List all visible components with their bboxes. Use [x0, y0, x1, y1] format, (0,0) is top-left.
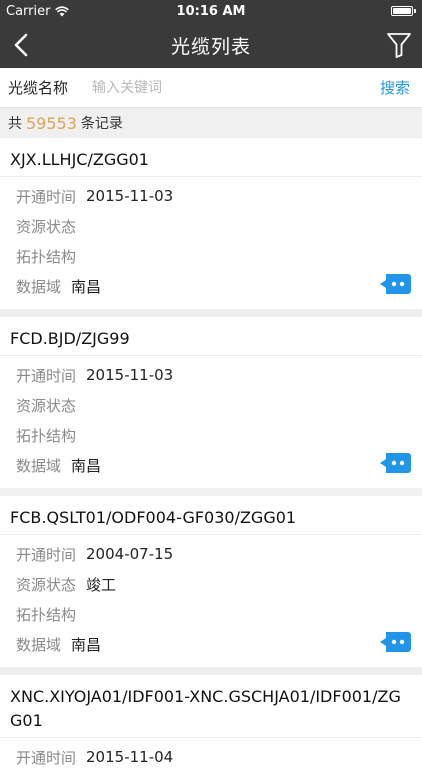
cable-card[interactable]: XJX.LLHJC/ZGG01 开通时间 2015-11-03 资源状态拓扑结构数据域… [0, 138, 422, 309]
field-label: 拓扑结构 [16, 605, 77, 624]
card-field-row: 资源状态 [10, 390, 412, 420]
card-field-row: 拓扑结构 [10, 420, 412, 450]
field-value: 2004-07-15 [86, 545, 174, 563]
card-field-row: 资源状态 竣工 [10, 569, 412, 599]
field-label: 数据域 [16, 635, 62, 654]
cable-name: FCB.QSLT01/ODF004-GF030/ZGG01 [10, 508, 297, 527]
search-button[interactable]: 搜索 [380, 77, 410, 98]
field-value: 2015-11-03 [86, 187, 174, 205]
back-arrow-icon[interactable] [8, 30, 38, 60]
record-count: 共 59553 条记录 [0, 108, 422, 138]
battery-icon [391, 6, 416, 16]
cable-card[interactable]: FCD.BJD/ZJG99 开通时间 2015-11-03 资源状态拓扑结构数据域 南昌 [0, 317, 422, 488]
card-field-row: 开通时间 2015-11-03 [10, 360, 412, 390]
search-bar: 光缆名称 搜索 [0, 68, 422, 108]
card-field-row: 拓扑结构 [10, 599, 412, 629]
card-field-row: 开通时间 2015-11-04 [10, 742, 412, 772]
carrier-label: Carrier [6, 3, 51, 19]
field-value: 2015-11-04 [86, 748, 174, 766]
field-label: 开通时间 [16, 187, 77, 206]
card-divider [0, 355, 422, 356]
field-value: 南昌 [71, 635, 102, 654]
field-label: 拓扑结构 [16, 426, 77, 445]
field-label: 资源状态 [16, 396, 77, 415]
nav-bar: 光缆列表 [0, 22, 422, 68]
field-label: 开通时间 [16, 366, 77, 385]
field-label: 资源状态 [16, 217, 77, 236]
card-field-row: 数据域 南昌 [10, 271, 412, 301]
message-bubble-icon[interactable] [380, 631, 412, 653]
card-divider [0, 534, 422, 535]
count-suffix: 条记录 [80, 116, 123, 132]
cable-name: XNC.XIYOJA01/IDF001-XNC.GSCHJA01/IDF001/… [10, 687, 401, 730]
card-field-row: 数据域 南昌 [10, 450, 412, 480]
cable-card[interactable]: XNC.XIYOJA01/IDF001-XNC.GSCHJA01/IDF001/… [0, 675, 422, 780]
wifi-icon [55, 5, 70, 16]
field-label: 开通时间 [16, 545, 77, 564]
count-prefix: 共 [8, 116, 22, 132]
card-field-row: 拓扑结构 [10, 241, 412, 271]
card-field-row: 数据域 南昌 [10, 629, 412, 659]
search-label: 光缆名称 [8, 79, 69, 97]
message-bubble-icon[interactable] [380, 273, 412, 295]
cable-name: FCD.BJD/ZJG99 [10, 329, 130, 348]
page-title: 光缆列表 [170, 35, 251, 58]
field-label: 数据域 [16, 456, 62, 475]
card-field-row: 开通时间 2004-07-15 [10, 539, 412, 569]
field-value: 2015-11-03 [86, 366, 174, 384]
cable-card[interactable]: FCB.QSLT01/ODF004-GF030/ZGG01 开通时间 2004-07… [0, 496, 422, 667]
card-divider [0, 737, 422, 738]
card-field-row: 开通时间 2015-11-03 [10, 181, 412, 211]
field-label: 拓扑结构 [16, 247, 77, 266]
status-bar: Carrier 10:16 AM [0, 0, 422, 22]
card-divider [0, 176, 422, 177]
field-label: 资源状态 [16, 575, 77, 594]
field-value: 南昌 [71, 277, 102, 296]
cable-name: XJX.LLHJC/ZGG01 [10, 150, 149, 169]
field-label: 数据域 [16, 277, 62, 296]
filter-icon[interactable] [386, 31, 412, 59]
message-bubble-icon[interactable] [380, 452, 412, 474]
field-value: 南昌 [71, 456, 102, 475]
status-left: Carrier [6, 3, 70, 19]
count-number: 59553 [26, 113, 77, 133]
cable-list: XJX.LLHJC/ZGG01 开通时间 2015-11-03 资源状态 拓扑结构 数据域… [0, 138, 422, 780]
card-field-row: 资源状态 [10, 211, 412, 241]
search-input[interactable] [90, 78, 380, 97]
field-value: 竣工 [86, 575, 117, 594]
